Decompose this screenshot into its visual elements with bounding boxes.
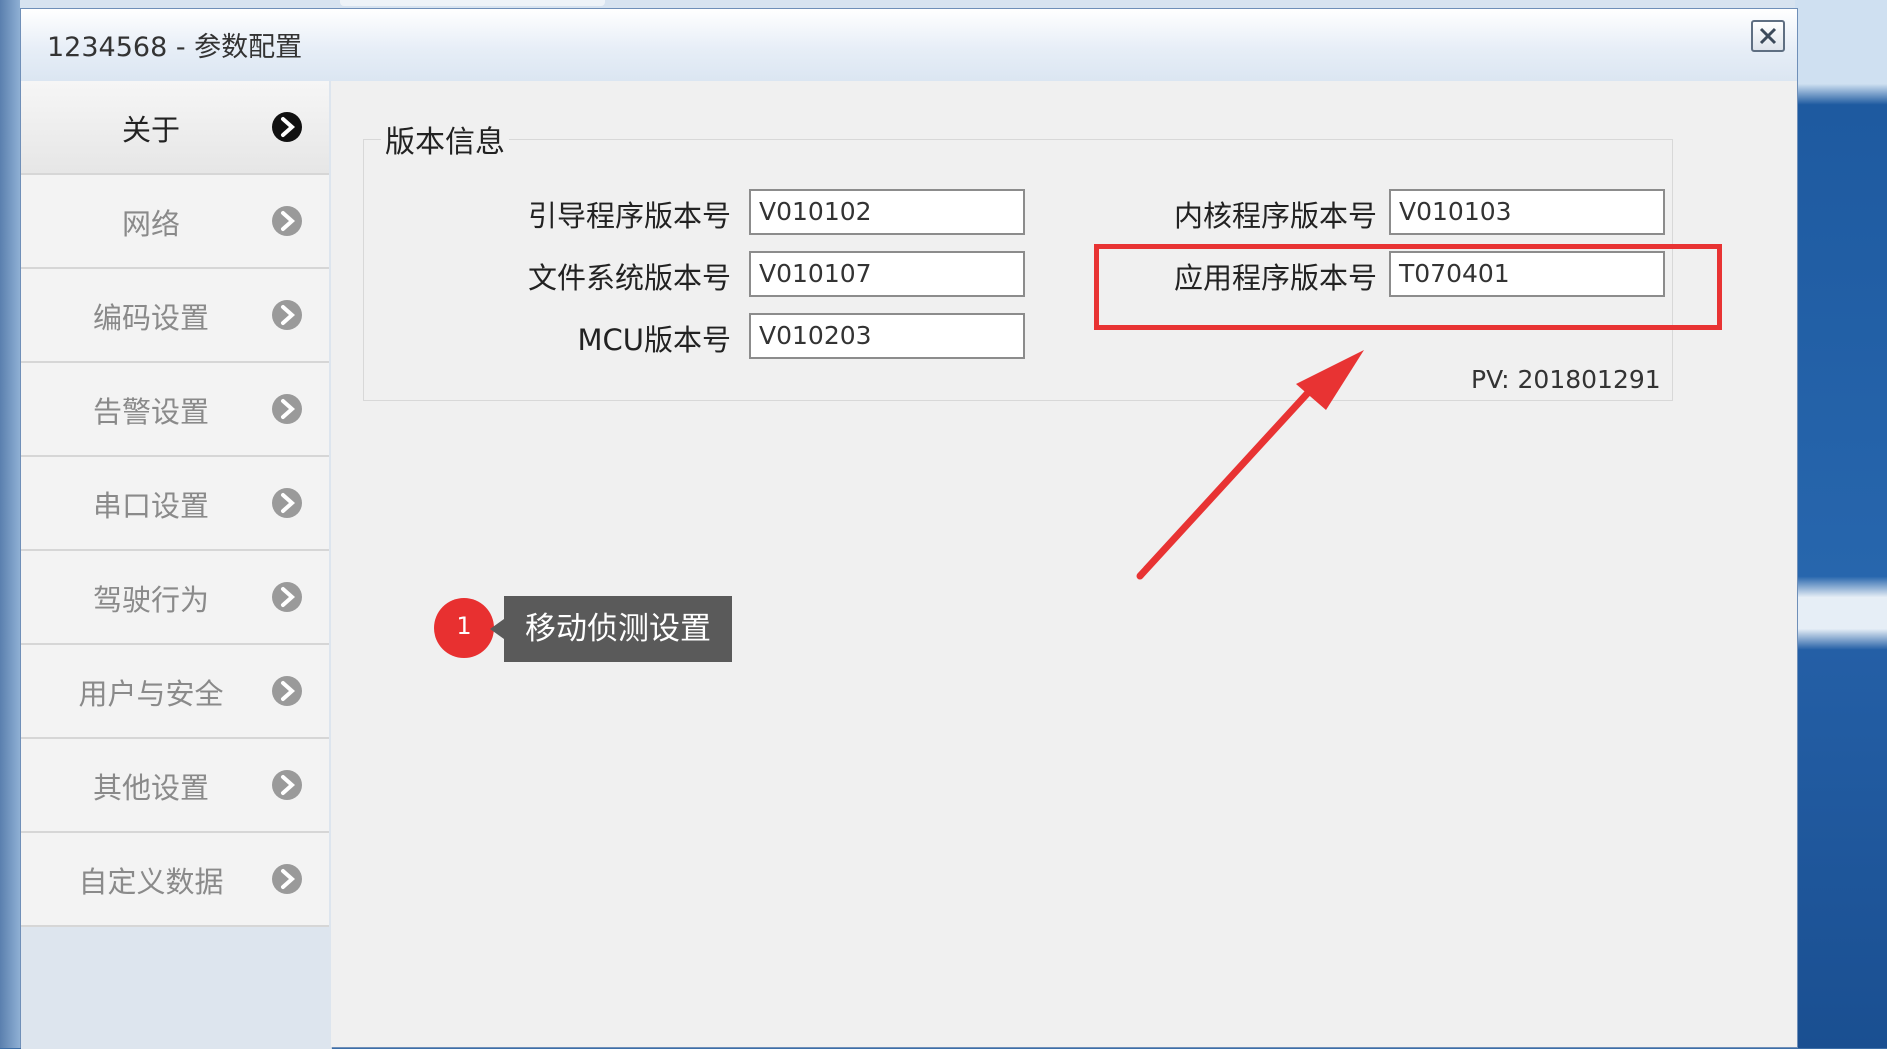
sidebar-item-label: 驾驶行为	[92, 583, 209, 617]
desktop-left-strip	[0, 0, 20, 1048]
mcu-version-field[interactable]: V010203	[749, 313, 1025, 359]
window-title: 1234568 - 参数配置	[47, 32, 303, 63]
red-arrow-icon	[1136, 350, 1364, 580]
sidebar-item-other[interactable]: 其他设置	[21, 739, 329, 833]
chevron-right-icon	[272, 300, 302, 330]
step-badge: 1	[434, 598, 494, 658]
desktop-right-background	[1795, 0, 1887, 1048]
sidebar-item-alarm[interactable]: 告警设置	[21, 363, 329, 457]
sidebar-item-encoding[interactable]: 编码设置	[21, 269, 329, 363]
group-title: 版本信息	[381, 117, 509, 161]
pv-text: PV: 201801291	[1471, 365, 1661, 394]
tooltip-motion-detection: 移动侦测设置	[504, 596, 732, 662]
boot-version-field[interactable]: V010102	[749, 189, 1025, 235]
sidebar-item-label: 自定义数据	[78, 865, 224, 899]
sidebar-item-label: 用户与安全	[78, 677, 224, 711]
main-panel: 版本信息 引导程序版本号 V010102 文件系统版本号 V010107 MCU…	[331, 81, 1797, 1047]
mcu-version-label: MCU版本号	[577, 323, 732, 357]
sidebar-item-label: 其他设置	[92, 771, 209, 805]
sidebar-item-user-security[interactable]: 用户与安全	[21, 645, 329, 739]
config-dialog: 1234568 - 参数配置 关于 网络 编码设置 告警设置 串口设置 驾驶行为…	[20, 8, 1798, 1049]
chevron-right-icon	[272, 394, 302, 424]
sidebar-item-label: 告警设置	[92, 395, 209, 429]
sidebar-item-about[interactable]: 关于	[21, 81, 329, 175]
sidebar-item-serial[interactable]: 串口设置	[21, 457, 329, 551]
sidebar-item-label: 编码设置	[92, 301, 209, 335]
chevron-right-icon	[272, 206, 302, 236]
sidebar-item-label: 串口设置	[92, 489, 209, 523]
sidebar-item-label: 网络	[121, 207, 180, 241]
sidebar-item-network[interactable]: 网络	[21, 175, 329, 269]
close-button[interactable]	[1751, 20, 1785, 52]
background-tab	[340, 0, 605, 6]
sidebar-item-driving[interactable]: 驾驶行为	[21, 551, 329, 645]
tooltip-pointer	[490, 619, 504, 639]
fs-version-label: 文件系统版本号	[527, 261, 731, 295]
fs-version-field[interactable]: V010107	[749, 251, 1025, 297]
highlight-box	[1094, 244, 1722, 330]
chevron-right-icon	[272, 582, 302, 612]
boot-version-label: 引导程序版本号	[527, 199, 731, 233]
kernel-version-label: 内核程序版本号	[1173, 199, 1377, 233]
close-icon	[1759, 27, 1777, 45]
chevron-right-icon	[272, 488, 302, 518]
chevron-right-icon	[272, 770, 302, 800]
chevron-right-icon	[272, 864, 302, 894]
sidebar-item-custom-data[interactable]: 自定义数据	[21, 833, 329, 927]
chevron-right-icon	[272, 676, 302, 706]
chevron-right-icon	[272, 112, 302, 142]
settings-sidebar: 关于 网络 编码设置 告警设置 串口设置 驾驶行为 用户与安全 其他设置 自定义…	[21, 81, 332, 1049]
title-bar: 1234568 - 参数配置	[21, 9, 1797, 82]
sidebar-item-label: 关于	[121, 113, 180, 147]
kernel-version-field[interactable]: V010103	[1389, 189, 1665, 235]
